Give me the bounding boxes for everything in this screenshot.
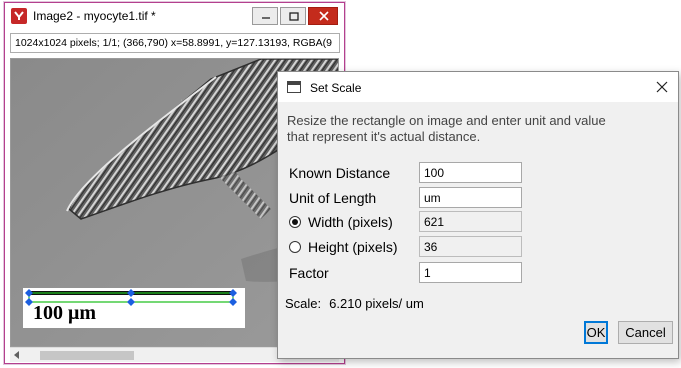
width-radio-button[interactable] xyxy=(289,216,301,228)
dialog-close-button[interactable] xyxy=(652,78,672,96)
scrollbar-thumb[interactable] xyxy=(40,351,134,360)
image-window-titlebar[interactable]: Image2 - myocyte1.tif * xyxy=(5,3,344,29)
height-radio-label: Height (pixels) xyxy=(308,239,398,255)
width-radio-option[interactable]: Width (pixels) xyxy=(289,214,393,230)
height-radio-option[interactable]: Height (pixels) xyxy=(289,239,397,255)
maximize-button[interactable] xyxy=(280,7,306,25)
image-window-title: Image2 - myocyte1.tif * xyxy=(33,9,156,23)
image-info-bar: 1024x1024 pixels; 1/1; (366,790) x=58.89… xyxy=(10,33,340,53)
unit-of-length-label: Unit of Length xyxy=(289,190,377,206)
height-radio-button[interactable] xyxy=(289,241,301,253)
factor-label: Factor xyxy=(289,265,329,281)
imagej-app-icon xyxy=(11,8,27,24)
scale-label: Scale: xyxy=(285,296,322,311)
dialog-title: Set Scale xyxy=(310,81,362,95)
scale-readout: Scale: 6.210 pixels/ um xyxy=(285,296,424,311)
scale-bar-label: 100 μm xyxy=(33,302,96,324)
known-distance-input[interactable]: 100 xyxy=(419,162,522,183)
height-pixels-field: 36 xyxy=(419,236,522,257)
known-distance-label: Known Distance xyxy=(289,165,391,181)
dialog-window-icon xyxy=(287,81,301,93)
scale-value: 6.210 pixels/ um xyxy=(329,296,424,311)
scale-bar-overlay[interactable]: 100 μm xyxy=(23,288,245,328)
close-icon xyxy=(319,11,329,21)
close-button[interactable] xyxy=(308,7,338,25)
set-scale-dialog: Set Scale Resize the rectangle on image … xyxy=(277,71,679,359)
ok-button[interactable]: OK xyxy=(584,321,608,344)
cancel-button[interactable]: Cancel xyxy=(618,321,673,344)
unit-of-length-input[interactable]: um xyxy=(419,187,522,208)
dialog-titlebar[interactable]: Set Scale xyxy=(278,72,678,102)
minimize-button[interactable] xyxy=(252,7,278,25)
width-pixels-field: 621 xyxy=(419,211,522,232)
instruction-line-1: Resize the rectangle on image and enter … xyxy=(287,113,606,128)
image-info-text: 1024x1024 pixels; 1/1; (366,790) x=58.89… xyxy=(15,37,332,49)
dialog-instructions: Resize the rectangle on image and enter … xyxy=(287,113,672,145)
width-radio-label: Width (pixels) xyxy=(308,214,393,230)
maximize-icon xyxy=(289,12,299,21)
close-icon xyxy=(656,81,668,93)
instruction-line-2: that represent it's actual distance. xyxy=(287,129,481,144)
factor-input[interactable]: 1 xyxy=(419,262,522,283)
scroll-left-icon[interactable] xyxy=(14,351,19,359)
minimize-icon xyxy=(262,17,270,19)
